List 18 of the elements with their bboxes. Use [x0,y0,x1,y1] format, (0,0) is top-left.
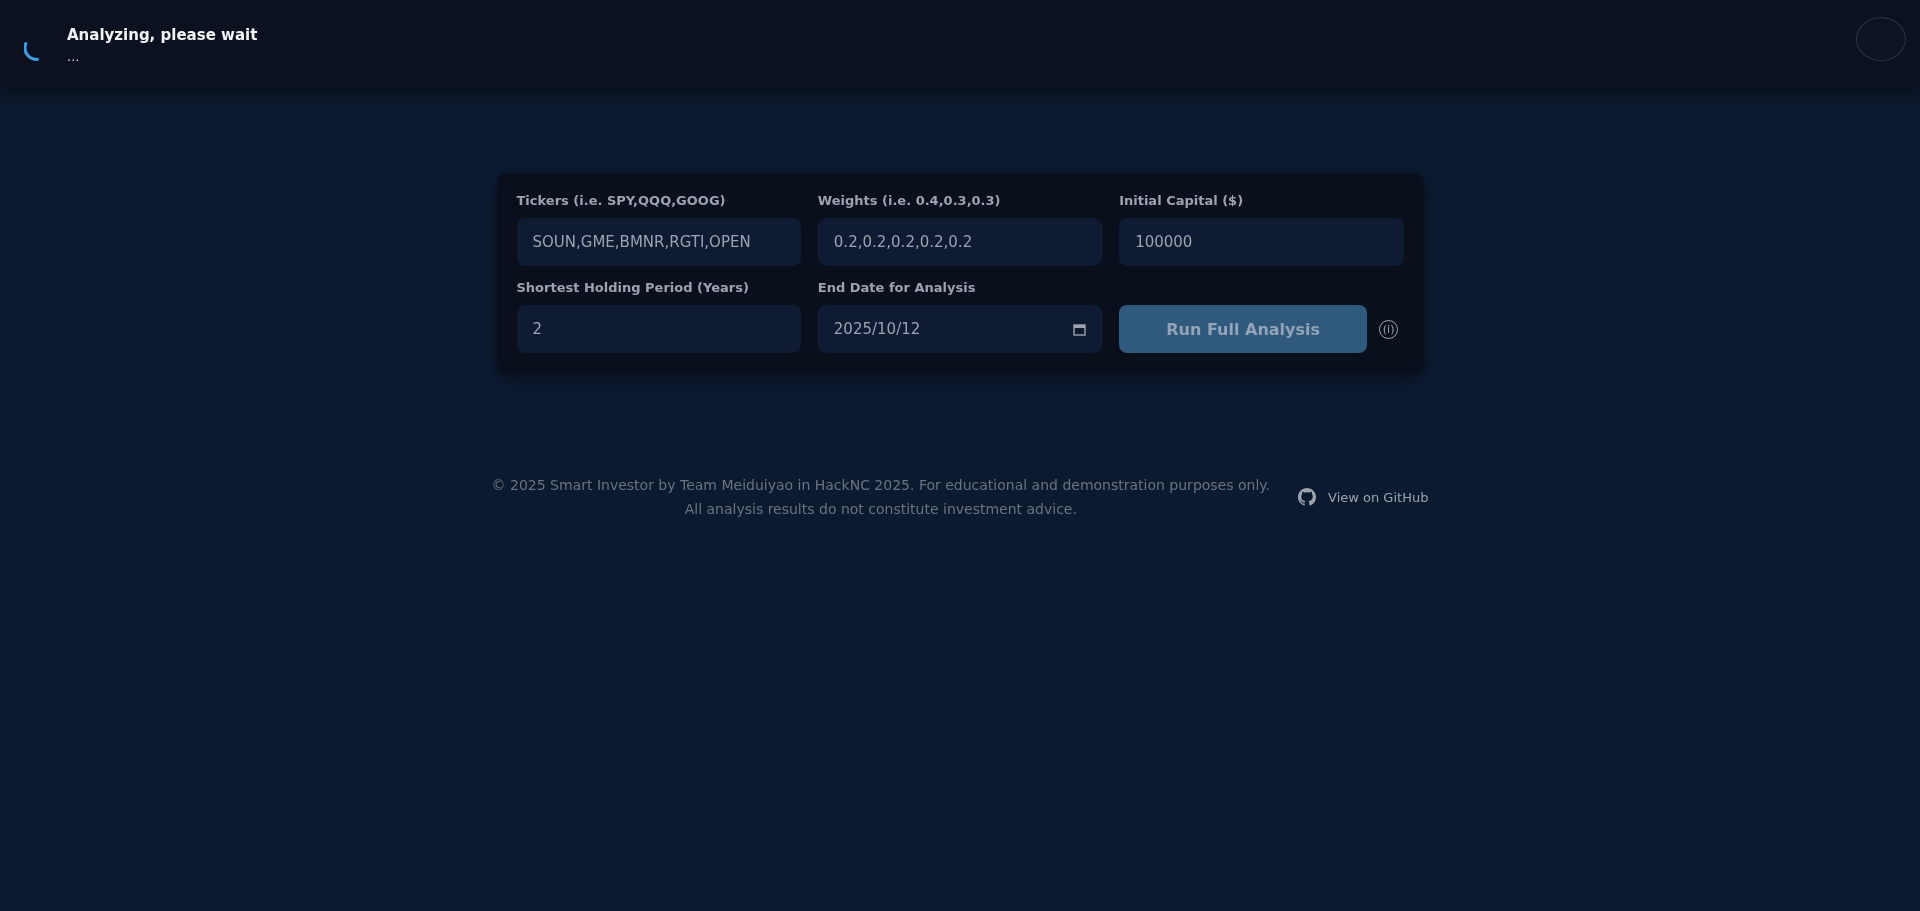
calendar-icon[interactable] [1073,322,1087,336]
input-field[interactable]: SOUN,GME,BMNR,RGTI,OPEN [516,218,801,266]
date-field[interactable]: 2025/10/12 [817,305,1103,353]
github-icon [1298,488,1317,506]
spinner-icon [24,41,39,61]
field-label: Initial Capital ($) [1119,193,1245,208]
field-label: Tickers (i.e. SPY,QQQ,GOOG) [516,193,727,208]
field-label: End Date for Analysis [817,280,977,295]
input-field[interactable]: 2 [516,305,801,353]
input-field[interactable]: 100000 [1119,218,1404,266]
input-field[interactable]: 0.2,0.2,0.2,0.2,0.2 [817,218,1103,266]
field-label: Weights (i.e. 0.4,0.3,0.3) [817,193,1002,208]
toast-title: Analyzing, please wait [67,25,258,44]
toast-message: ... [67,49,81,63]
footer-text: All analysis results do not constitute investment advice. [684,501,1077,517]
footer-text: © 2025 Smart Investor by Team Meiduiyao in HackNC 2025. For educational and demonstration purposes only. [491,477,1271,493]
field-label: Shortest Holding Period (Years) [516,280,750,295]
github-link[interactable]: View on GitHub [1298,488,1429,506]
